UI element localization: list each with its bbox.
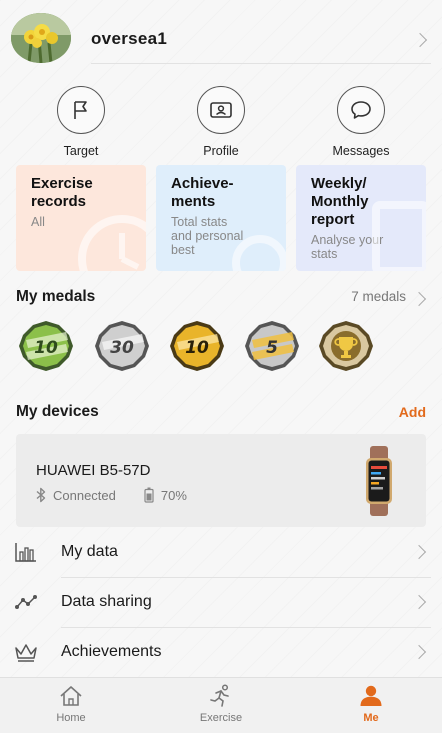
shortcut-messages[interactable]: Messages xyxy=(311,86,411,158)
medal-number: 10 xyxy=(34,338,58,358)
shortcut-label: Target xyxy=(63,144,99,158)
card-subtitle: Analyse your stats xyxy=(311,233,384,261)
menu-data-sharing[interactable]: Data sharing xyxy=(0,577,442,627)
nav-home[interactable]: Home xyxy=(26,684,116,724)
shortcut-label: Messages xyxy=(332,144,390,158)
battery-level: 70% xyxy=(160,487,187,503)
chevron-right-icon xyxy=(411,594,427,610)
bluetooth-icon xyxy=(36,487,46,503)
nav-me[interactable]: Me xyxy=(326,684,416,724)
devices-title: My devices xyxy=(16,403,99,420)
menu-my-data[interactable]: My data xyxy=(0,527,442,577)
bottom-nav: Home Exercise Me xyxy=(0,677,442,733)
share-line-icon xyxy=(15,595,37,609)
nav-label: Exercise xyxy=(199,712,243,724)
shortcut-profile[interactable]: Profile xyxy=(171,86,271,158)
medal-green-icon[interactable]: 10 xyxy=(18,320,74,372)
running-icon xyxy=(210,684,229,707)
flag-icon xyxy=(57,86,105,134)
menu-label: Data sharing xyxy=(61,593,152,610)
card-weekly-monthly-report[interactable]: Weekly/ Monthly report Analyse your stat… xyxy=(296,165,426,271)
avatar-image xyxy=(11,13,71,63)
fitness-band-image xyxy=(366,446,392,516)
nav-label: Home xyxy=(56,712,86,724)
menu-achievements[interactable]: Achievements xyxy=(0,627,442,677)
chevron-right-icon xyxy=(411,291,427,307)
menu-label: Achievements xyxy=(61,643,162,660)
avatar[interactable] xyxy=(11,13,71,63)
chevron-right-icon xyxy=(412,32,428,48)
medal-number: 10 xyxy=(185,338,209,358)
shortcut-target[interactable]: Target xyxy=(31,86,131,158)
battery-icon xyxy=(144,487,154,503)
card-achievements[interactable]: Achieve- ments Total stats and personal … xyxy=(156,165,286,271)
person-icon xyxy=(360,685,382,706)
chevron-right-icon xyxy=(411,544,427,560)
card-subtitle: All xyxy=(31,215,45,229)
shortcut-label: Profile xyxy=(203,144,239,158)
id-card-icon xyxy=(197,86,245,134)
bar-chart-icon xyxy=(15,543,36,562)
crown-icon xyxy=(15,644,37,662)
profile-header[interactable]: oversea1 xyxy=(0,0,442,66)
nav-label: Me xyxy=(363,712,379,724)
menu-label: My data xyxy=(61,543,118,560)
divider xyxy=(91,63,431,64)
medal-number: 30 xyxy=(110,338,134,358)
nav-exercise[interactable]: Exercise xyxy=(176,684,266,724)
medal-silver-icon[interactable]: 30 xyxy=(94,320,150,372)
medal-count[interactable]: 7 medals xyxy=(351,289,406,304)
medal-silver-gold-icon[interactable]: 5 xyxy=(244,320,300,372)
device-name: HUAWEI B5-57D xyxy=(36,462,151,479)
card-title: Weekly/ Monthly report xyxy=(311,175,369,228)
card-exercise-records[interactable]: Exercise records All xyxy=(16,165,146,271)
medal-gold-icon[interactable]: 10 xyxy=(169,320,225,372)
card-title: Exercise records xyxy=(31,175,93,210)
card-title: Achieve- ments xyxy=(171,175,234,210)
medals-title: My medals xyxy=(16,288,96,305)
medal-number: 5 xyxy=(266,338,278,358)
medal-trophy-icon[interactable] xyxy=(318,320,374,372)
device-status-row: Connected 70% xyxy=(36,487,215,503)
battery-status: 70% xyxy=(144,487,187,503)
device-card[interactable]: HUAWEI B5-57D Connected 70% xyxy=(16,434,426,527)
chat-bubble-icon xyxy=(337,86,385,134)
connection-status: Connected xyxy=(36,487,116,503)
connection-status-text: Connected xyxy=(53,487,116,503)
chevron-right-icon xyxy=(411,644,427,660)
username: oversea1 xyxy=(91,29,168,48)
add-device-button[interactable]: Add xyxy=(399,404,426,420)
card-subtitle: Total stats and personal best xyxy=(171,215,244,257)
home-icon xyxy=(60,686,82,706)
